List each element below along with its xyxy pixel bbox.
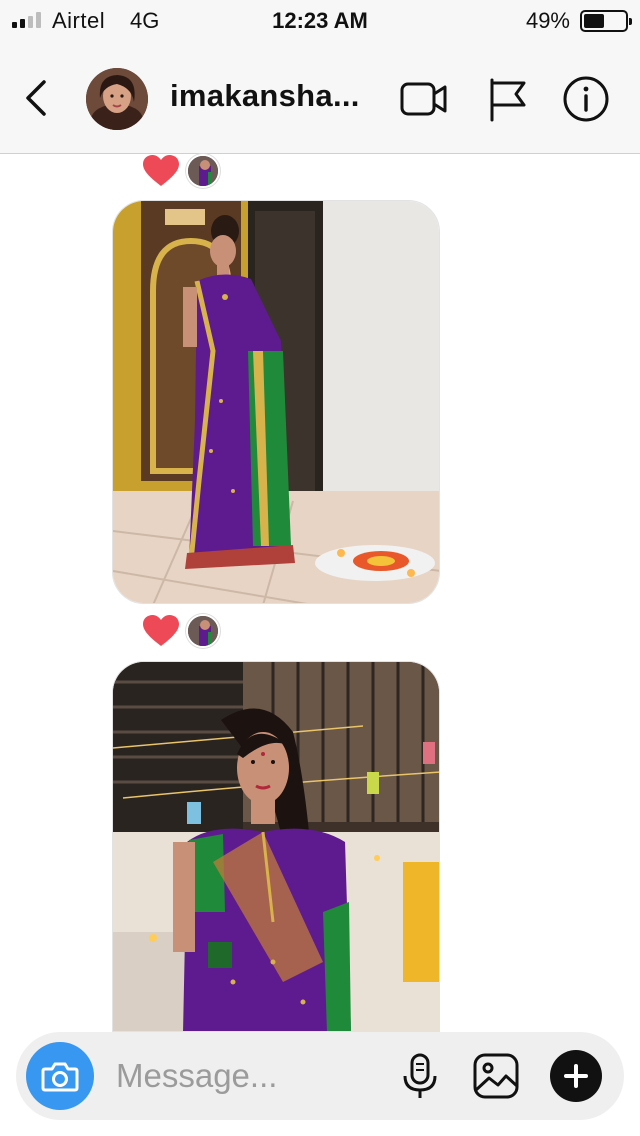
battery-percent: 49% [525,8,570,33]
info-button[interactable] [560,74,612,124]
gallery-icon [473,1053,519,1099]
saree-photo-1 [113,201,439,603]
message-composer [16,1032,624,1120]
avatar[interactable] [86,68,148,130]
info-icon [563,76,609,122]
camera-button[interactable] [26,1042,94,1110]
chat-username[interactable]: imakansha... [170,78,360,114]
chevron-left-icon [26,80,46,116]
message-reaction[interactable] [142,611,220,651]
flag-icon [490,78,526,122]
reactor-avatar [186,154,220,188]
battery-fill [584,14,604,28]
status-bar: Airtel 4G 12:23 AM 49% [0,0,640,40]
report-button[interactable] [482,74,534,124]
video-call-icon [400,82,447,116]
plus-icon [564,1064,588,1088]
saree-photo-2 [113,662,439,1031]
more-options-button[interactable] [550,1050,602,1102]
message-reaction[interactable] [142,151,220,191]
video-call-button[interactable] [398,74,450,124]
message-input[interactable] [116,1054,376,1098]
microphone-icon [403,1053,437,1098]
photo-message[interactable] [112,661,440,1032]
avatar-image [86,68,148,130]
photo-message[interactable] [112,200,440,604]
reactor-avatar [186,614,220,648]
voice-message-button[interactable] [394,1050,446,1102]
battery-icon [580,10,632,32]
gallery-button[interactable] [470,1050,522,1102]
chat-header: imakansha... [0,40,640,154]
heart-icon [143,615,179,646]
camera-icon [41,1062,79,1092]
heart-icon [143,155,179,186]
back-button[interactable] [18,76,58,120]
